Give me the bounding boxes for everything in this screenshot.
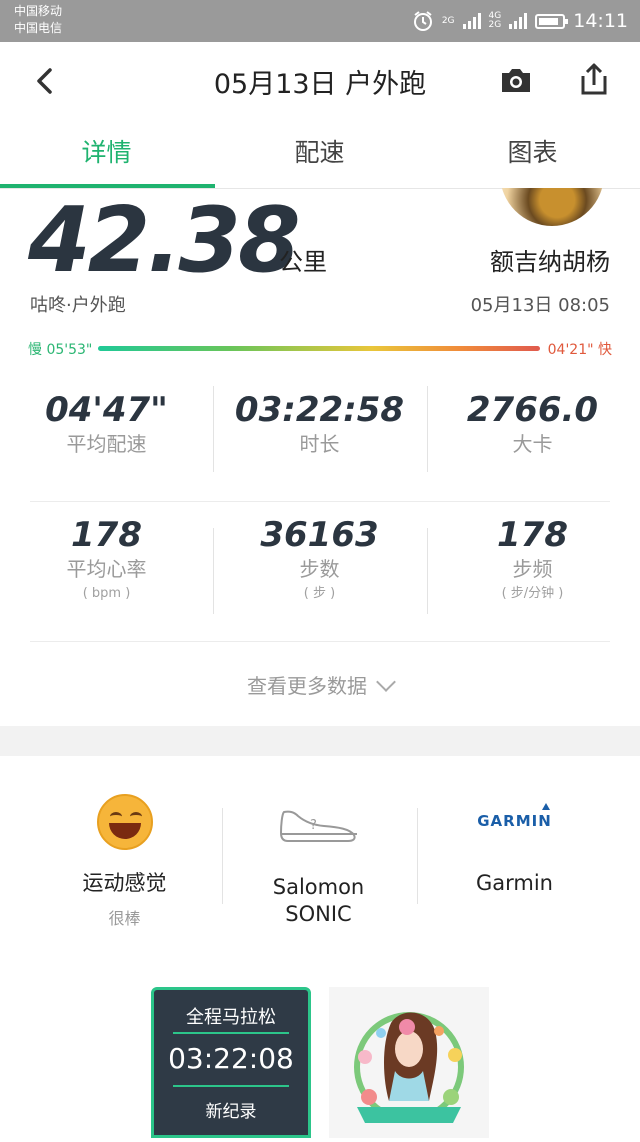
divider bbox=[30, 501, 610, 502]
stat-label: 平均配速 bbox=[66, 432, 147, 456]
feeling-label: 运动感觉 bbox=[82, 871, 167, 895]
stat-avg-heart-rate: 178 平均心率 ( bpm ) bbox=[0, 515, 213, 605]
carrier-info: 中国移动 中国电信 bbox=[14, 3, 62, 37]
carrier-2: 中国电信 bbox=[14, 21, 63, 35]
stat-avg-pace: 04'47" 平均配速 bbox=[0, 390, 213, 458]
device-name: Garmin bbox=[475, 871, 553, 895]
stat-steps: 36163 步数 ( 步 ) bbox=[213, 515, 426, 605]
stat-value: 04'47" bbox=[45, 390, 168, 430]
stat-value: 36163 bbox=[260, 515, 379, 555]
status-icons: 2G 4G 2G 14:11 bbox=[412, 8, 628, 34]
badge-record-label: 新纪录 bbox=[205, 1102, 257, 1122]
distance-unit: 公里 bbox=[279, 248, 327, 276]
stat-label: 平均心率 bbox=[66, 557, 147, 581]
stat-value: 178 bbox=[71, 515, 142, 555]
app-header: 05月13日 户外跑 bbox=[0, 42, 640, 120]
pace-range: 慢 05'53" 04'21" 快 bbox=[28, 339, 612, 359]
distance-value: 42.38 bbox=[28, 188, 301, 293]
activity-datetime: 05月13日 08:05 bbox=[470, 295, 610, 316]
divider bbox=[30, 641, 610, 642]
battery-icon bbox=[535, 13, 569, 29]
device-item[interactable]: GARMIN Garmin bbox=[408, 790, 621, 897]
stat-label: 步数 bbox=[299, 557, 340, 581]
stat-duration: 03:22:58 时长 bbox=[213, 390, 426, 458]
shoe-name-line2: SONIC bbox=[285, 902, 352, 926]
stat-calories: 2766.0 大卡 bbox=[426, 390, 639, 458]
divider bbox=[427, 528, 428, 614]
divider bbox=[213, 386, 214, 472]
stat-label: 步频 bbox=[512, 557, 553, 581]
carrier-1: 中国移动 bbox=[14, 4, 63, 18]
stat-value: 03:22:58 bbox=[234, 390, 405, 430]
badge-title: 全程马拉松 bbox=[186, 1007, 276, 1028]
stat-value: 2766.0 bbox=[466, 390, 599, 430]
badge-divider bbox=[173, 1032, 289, 1034]
badge-time: 03:22:08 bbox=[168, 1042, 294, 1075]
floral-portrait-image bbox=[354, 1012, 464, 1123]
feeling-value: 很棒 bbox=[108, 909, 141, 928]
alarm-icon bbox=[413, 11, 432, 31]
shoe-name-line1: Salomon bbox=[272, 875, 365, 899]
divider bbox=[427, 386, 428, 472]
divider bbox=[213, 528, 214, 614]
shoes-item[interactable]: ? Salomon SONIC bbox=[212, 790, 425, 928]
signal-icon-1 bbox=[462, 13, 481, 29]
activity-source: 咕咚·户外跑 bbox=[30, 295, 126, 316]
stat-cadence: 178 步频 ( 步/分钟 ) bbox=[426, 515, 639, 605]
stat-value: 178 bbox=[497, 515, 568, 555]
tab-bar: 详情 配速 图表 bbox=[0, 120, 640, 189]
tab-pace[interactable]: 配速 bbox=[213, 120, 426, 186]
badge-divider bbox=[173, 1085, 289, 1087]
clock: 14:11 bbox=[573, 10, 628, 32]
network-type-2: 4G 2G bbox=[488, 11, 502, 30]
network-type-1: 2G bbox=[441, 15, 455, 26]
avatar[interactable] bbox=[500, 188, 604, 226]
stat-label: 大卡 bbox=[512, 432, 553, 456]
svg-text:?: ? bbox=[310, 818, 317, 833]
signal-icon-2 bbox=[509, 13, 528, 29]
feeling-item[interactable]: 运动感觉 很棒 bbox=[18, 790, 231, 929]
stat-unit: ( bpm ) bbox=[82, 586, 131, 601]
pace-fast-label: 04'21" 快 bbox=[547, 342, 612, 358]
page-title: 05月13日 户外跑 bbox=[213, 69, 427, 100]
laughing-face-icon bbox=[96, 794, 153, 850]
portrait-badge[interactable] bbox=[329, 987, 489, 1138]
chevron-down-icon bbox=[376, 672, 396, 692]
tab-details[interactable]: 详情 bbox=[0, 120, 213, 186]
tab-charts[interactable]: 图表 bbox=[426, 120, 639, 186]
pace-slow-label: 慢 05'53" bbox=[28, 342, 93, 358]
status-bar: 中国移动 中国电信 2G 4G 2G 14:11 bbox=[0, 0, 640, 42]
marathon-record-badge[interactable]: 全程马拉松 03:22:08 新纪录 bbox=[151, 987, 311, 1138]
share-icon[interactable] bbox=[576, 60, 612, 98]
garmin-logo: GARMIN bbox=[465, 803, 565, 830]
shoe-icon: ? bbox=[279, 810, 357, 842]
stat-unit: ( 步 ) bbox=[303, 586, 336, 601]
username[interactable]: 额吉纳胡杨 bbox=[490, 242, 610, 277]
section-gap bbox=[0, 726, 640, 756]
view-more-data-button[interactable]: 查看更多数据 bbox=[0, 670, 640, 699]
stat-unit: ( 步/分钟 ) bbox=[501, 586, 564, 601]
view-more-label: 查看更多数据 bbox=[247, 674, 367, 698]
pace-gradient-bar bbox=[98, 346, 540, 351]
stat-label: 时长 bbox=[299, 432, 340, 456]
camera-icon[interactable] bbox=[498, 62, 534, 98]
